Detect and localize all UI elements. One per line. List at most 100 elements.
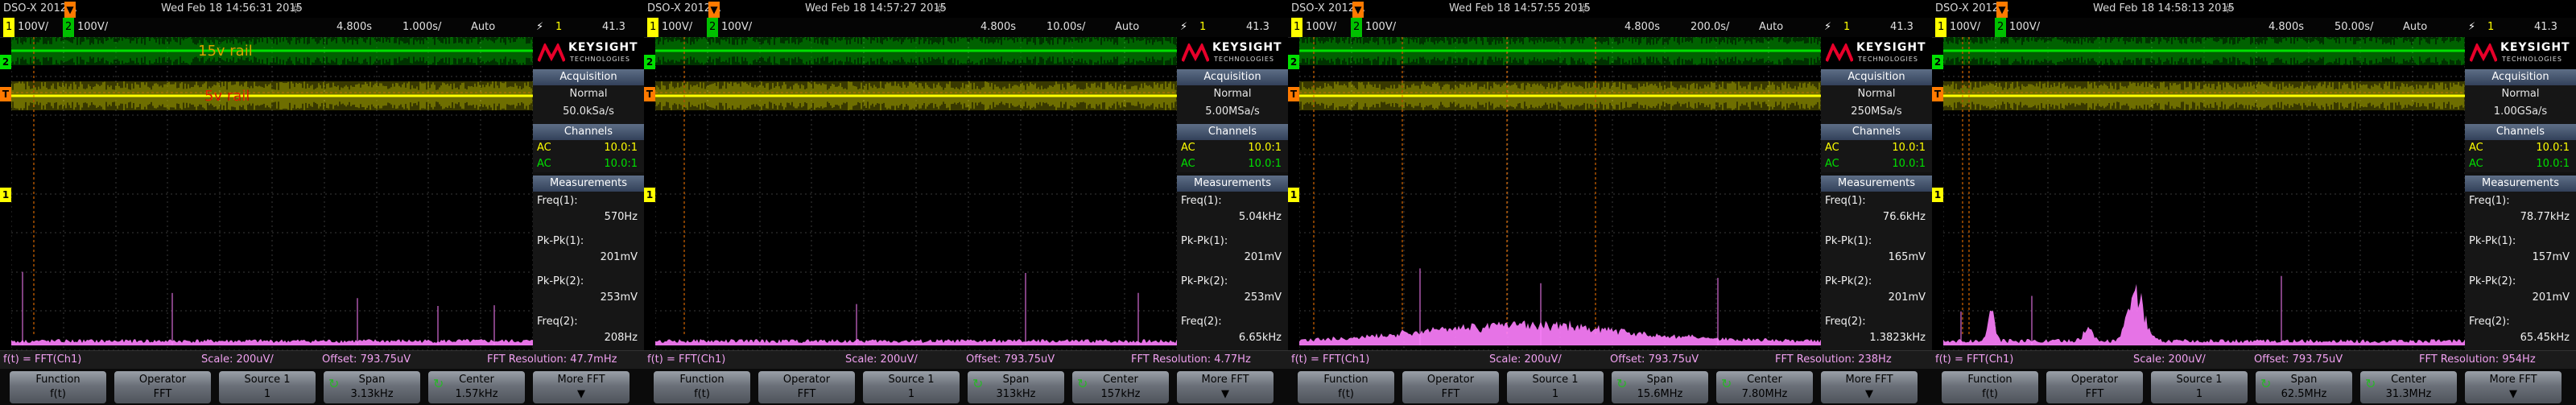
softkey-label: Operator bbox=[2070, 374, 2119, 386]
waveform-graticule[interactable] bbox=[1943, 37, 2465, 350]
math-info-bar: f(t) = FFT(Ch1) Scale: 200uV/ Offset: 79… bbox=[644, 350, 1288, 369]
more-fft-softkey[interactable]: More FFT ▼ bbox=[1177, 371, 1274, 403]
acquisition-header[interactable]: Acquisition bbox=[1177, 69, 1288, 85]
ch2-badge[interactable]: 2 bbox=[63, 18, 75, 37]
waveform-graticule[interactable] bbox=[1299, 37, 1821, 350]
span-softkey[interactable]: ↻ Span 3.13kHz bbox=[324, 371, 420, 403]
center-softkey[interactable]: ↻ Center 157kHz bbox=[1072, 371, 1169, 403]
ch2-badge[interactable]: 2 bbox=[1995, 18, 2007, 37]
brand-name: KEYSIGHT bbox=[1856, 41, 1926, 54]
more-fft-softkey[interactable]: More FFT ▼ bbox=[1821, 371, 1918, 403]
center-softkey[interactable]: ↻ Center 31.3MHz bbox=[2360, 371, 2457, 403]
function-softkey[interactable]: Function f(t) bbox=[1298, 371, 1394, 403]
measurements-list: Freq(1): 76.6kHz Pk-Pk(1): 165mV Pk-Pk(2… bbox=[1821, 192, 1932, 360]
waveform-plot: 15v rail 5v rail bbox=[11, 37, 533, 350]
gear-icon[interactable]: ☼ bbox=[1578, 0, 1589, 18]
more-fft-softkey[interactable]: More FFT ▼ bbox=[533, 371, 630, 403]
brand-name: KEYSIGHT bbox=[1212, 41, 1282, 54]
trigger-position-marker[interactable]: ▼ bbox=[64, 2, 76, 18]
status-bar: 1 100V/ 2 100V/ 4.800s 10.00s/ Auto ⚡ 1 … bbox=[644, 18, 1288, 38]
brand-logo: KEYSIGHT TECHNOLOGIES bbox=[1177, 37, 1288, 69]
measurement-label: Freq(1): bbox=[2469, 195, 2510, 207]
math-scale: Scale: 200uV/ bbox=[845, 353, 918, 366]
source-softkey[interactable]: Source 1 1 bbox=[219, 371, 316, 403]
waveform-graticule[interactable] bbox=[655, 37, 1177, 350]
measurements-header[interactable]: Measurements bbox=[533, 176, 644, 192]
ch2-badge[interactable]: 2 bbox=[707, 18, 719, 37]
ch2-ground-marker[interactable]: 2 bbox=[1288, 55, 1299, 69]
ch1-ground-marker[interactable]: 1 bbox=[0, 188, 11, 202]
scope-screen: DSO-X 2012A, Wed Feb 18 14:56:31 2015 ☼ … bbox=[0, 0, 644, 405]
span-softkey[interactable]: ↻ Span 15.6MHz bbox=[1612, 371, 1708, 403]
ch1-ground-marker[interactable]: 1 bbox=[1932, 188, 1943, 202]
acq-mode: Normal bbox=[1213, 88, 1252, 100]
measurement-value: 165mV bbox=[1888, 251, 1926, 263]
operator-softkey[interactable]: Operator FFT bbox=[2046, 371, 2143, 403]
keysight-wave-icon bbox=[2470, 43, 2497, 62]
operator-softkey[interactable]: Operator FFT bbox=[758, 371, 855, 403]
measurement-label: Freq(1): bbox=[1825, 195, 1866, 207]
channels-header[interactable]: Channels bbox=[2465, 124, 2576, 140]
measurement-label: Pk-Pk(1): bbox=[1825, 235, 1872, 247]
ch2-ground-marker[interactable]: 2 bbox=[1932, 55, 1943, 69]
ch1-badge[interactable]: 1 bbox=[3, 18, 15, 37]
measurement-label: Pk-Pk(1): bbox=[1181, 235, 1228, 247]
more-fft-arrow-icon: ▼ bbox=[1865, 388, 1873, 400]
trigger-level: 41.3 bbox=[2534, 21, 2557, 33]
center-softkey[interactable]: ↻ Center 7.80MHz bbox=[1716, 371, 1813, 403]
softkey-bar: Function f(t) Operator FFT Source 1 1 ↻ … bbox=[0, 369, 644, 405]
trigger-position-marker[interactable]: ▼ bbox=[1352, 2, 1364, 18]
rotate-knob-icon: ↻ bbox=[1616, 376, 1628, 391]
channels-header[interactable]: Channels bbox=[1821, 124, 1932, 140]
ch1-ground-marker[interactable]: 1 bbox=[644, 188, 655, 202]
brand-logo: KEYSIGHT TECHNOLOGIES bbox=[2465, 37, 2576, 69]
acq-rate: 1.00GSa/s bbox=[2493, 105, 2548, 118]
waveform-graticule[interactable]: 15v rail 5v rail bbox=[11, 37, 533, 350]
trigger-delay: 4.800s bbox=[336, 21, 372, 33]
span-softkey[interactable]: ↻ Span 313kHz bbox=[968, 371, 1064, 403]
channels-header[interactable]: Channels bbox=[533, 124, 644, 140]
operator-softkey[interactable]: Operator FFT bbox=[1402, 371, 1499, 403]
ch1-ground-marker[interactable]: 1 bbox=[1288, 188, 1299, 202]
math-info-bar: f(t) = FFT(Ch1) Scale: 200uV/ Offset: 79… bbox=[1932, 350, 2576, 369]
trigger-position-marker[interactable]: ▼ bbox=[1996, 2, 2008, 18]
gear-icon[interactable]: ☼ bbox=[2222, 0, 2233, 18]
operator-softkey[interactable]: Operator FFT bbox=[114, 371, 211, 403]
source-softkey[interactable]: Source 1 1 bbox=[2151, 371, 2248, 403]
trigger-position-marker[interactable]: ▼ bbox=[708, 2, 720, 18]
acquisition-header[interactable]: Acquisition bbox=[533, 69, 644, 85]
ch1-badge[interactable]: 1 bbox=[1935, 18, 1947, 37]
function-softkey[interactable]: Function f(t) bbox=[1942, 371, 2038, 403]
center-softkey[interactable]: ↻ Center 1.57kHz bbox=[428, 371, 525, 403]
measurement-value: 78.77kHz bbox=[2520, 211, 2570, 223]
side-panel: KEYSIGHT TECHNOLOGIES Acquisition Normal… bbox=[1177, 37, 1288, 360]
measurements-header[interactable]: Measurements bbox=[1177, 176, 1288, 192]
gear-icon[interactable]: ☼ bbox=[290, 0, 301, 18]
measurements-header[interactable]: Measurements bbox=[2465, 176, 2576, 192]
function-softkey[interactable]: Function f(t) bbox=[654, 371, 750, 403]
measurement-label: Freq(2): bbox=[1181, 316, 1222, 328]
acquisition-header[interactable]: Acquisition bbox=[2465, 69, 2576, 85]
more-fft-softkey[interactable]: More FFT ▼ bbox=[2465, 371, 2562, 403]
trigger-mode: Auto bbox=[1759, 21, 1784, 33]
softkey-value: f(t) bbox=[694, 388, 710, 400]
channel-row: AC 10.0:1 bbox=[533, 140, 644, 156]
ch1-badge[interactable]: 1 bbox=[647, 18, 659, 37]
channels-header[interactable]: Channels bbox=[1177, 124, 1288, 140]
function-softkey[interactable]: Function f(t) bbox=[10, 371, 106, 403]
measurements-header[interactable]: Measurements bbox=[1821, 176, 1932, 192]
ch2-coupling: AC bbox=[537, 158, 551, 170]
ch2-ground-marker[interactable]: 2 bbox=[644, 55, 655, 69]
ch2-badge[interactable]: 2 bbox=[1351, 18, 1363, 37]
trigger-channel: 1 bbox=[1199, 21, 1207, 33]
measurements-list: Freq(1): 570Hz Pk-Pk(1): 201mV Pk-Pk(2):… bbox=[533, 192, 644, 360]
source-softkey[interactable]: Source 1 1 bbox=[863, 371, 960, 403]
ch1-badge[interactable]: 1 bbox=[1291, 18, 1303, 37]
acquisition-header[interactable]: Acquisition bbox=[1821, 69, 1932, 85]
gear-icon[interactable]: ☼ bbox=[934, 0, 945, 18]
ch2-ground-marker[interactable]: 2 bbox=[0, 55, 11, 69]
source-softkey[interactable]: Source 1 1 bbox=[1507, 371, 1604, 403]
measurement-label: Freq(2): bbox=[537, 316, 578, 328]
span-softkey[interactable]: ↻ Span 62.5MHz bbox=[2256, 371, 2352, 403]
channel-row: AC 10.0:1 bbox=[2465, 140, 2576, 156]
